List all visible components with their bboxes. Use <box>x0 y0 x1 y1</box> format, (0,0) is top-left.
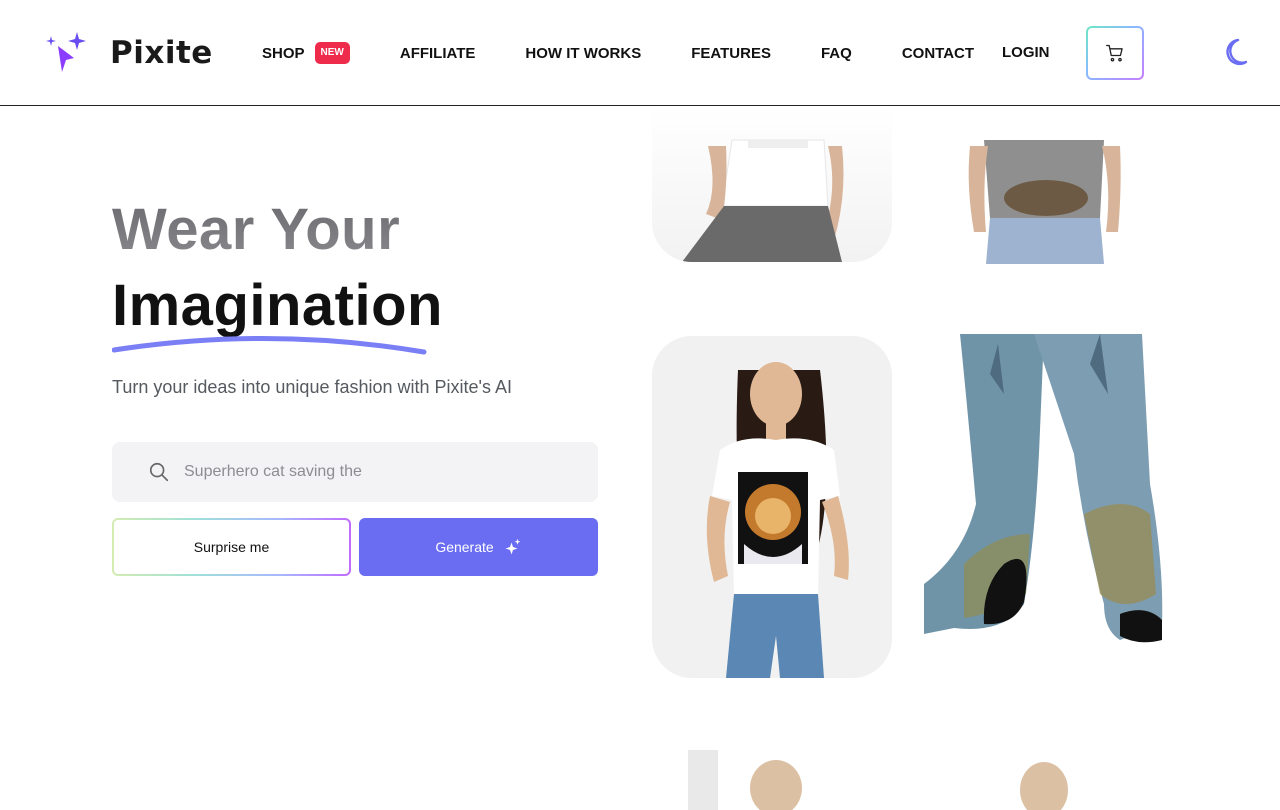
nav-label: AFFILIATE <box>399 44 476 62</box>
new-badge: NEW <box>314 42 350 64</box>
generate-button[interactable]: Generate <box>359 518 598 576</box>
prompt-input[interactable] <box>184 463 564 481</box>
logo[interactable]: Pixite <box>44 30 213 76</box>
cart-icon <box>1106 44 1123 62</box>
login-link[interactable]: LOGIN <box>1002 44 1050 61</box>
nav-label: HOW IT WORKS <box>525 44 642 62</box>
gray-tshirt-image <box>924 106 1164 264</box>
nav-label: CONTACT <box>901 44 975 62</box>
hero-title-line1: Wear Your <box>112 197 401 262</box>
product-card-white-shirt[interactable] <box>652 106 892 262</box>
sparkle-cursor-icon <box>46 32 86 72</box>
nav-affiliate[interactable]: AFFILIATE <box>400 45 476 62</box>
product-card-bottom-left[interactable] <box>652 750 892 810</box>
product-card-city-socks[interactable] <box>924 334 1164 664</box>
nav-features[interactable]: FEATURES <box>691 45 771 62</box>
main-nav: SHOP NEW AFFILIATE HOW IT WORKS FEATURES… <box>262 40 974 66</box>
generate-label: Generate <box>435 539 494 555</box>
prompt-search-box <box>112 442 598 502</box>
product-card-gray-shirt[interactable] <box>924 106 1164 264</box>
sparkle-icon <box>505 538 521 555</box>
surprise-me-button[interactable]: Surprise me <box>112 518 351 576</box>
title-underline <box>112 336 427 355</box>
nav-contact[interactable]: CONTACT <box>902 45 974 62</box>
nav-label: FAQ <box>820 44 852 62</box>
nav-label: SHOP <box>262 44 305 62</box>
surprise-me-label: Surprise me <box>114 520 349 574</box>
tshirt-model-image <box>652 750 892 810</box>
search-icon <box>149 462 169 482</box>
nav-how-it-works[interactable]: HOW IT WORKS <box>525 45 641 62</box>
hero-subtitle: Turn your ideas into unique fashion with… <box>112 377 512 397</box>
astronaut-lion-tshirt-image <box>652 336 892 678</box>
moon-icon[interactable] <box>1218 37 1248 67</box>
nav-shop[interactable]: SHOP NEW <box>262 42 350 64</box>
tshirt-model-image <box>924 750 1164 810</box>
nav-faq[interactable]: FAQ <box>821 45 852 62</box>
site-header: Pixite SHOP NEW AFFILIATE HOW IT WORKS F… <box>0 0 1280 106</box>
cart-button-inner <box>1088 28 1142 78</box>
city-socks-image <box>924 334 1164 664</box>
product-card-astronaut-lion-shirt[interactable] <box>652 336 892 678</box>
cart-button[interactable] <box>1086 26 1144 80</box>
white-tshirt-image <box>652 106 892 262</box>
brand-name: Pixite <box>110 35 213 71</box>
product-card-bottom-right[interactable] <box>924 750 1164 810</box>
nav-label: FEATURES <box>691 44 771 62</box>
hero-title-line2: Imagination <box>112 273 443 338</box>
